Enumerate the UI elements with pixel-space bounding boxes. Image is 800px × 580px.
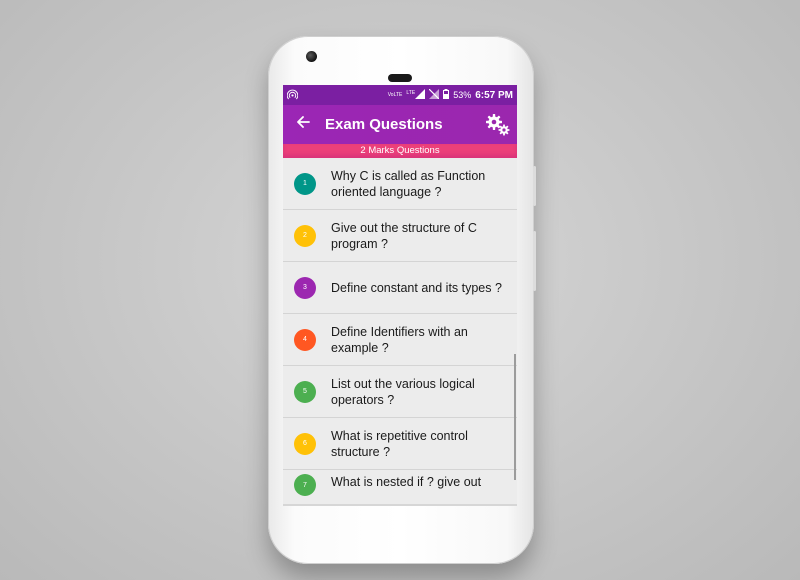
question-list[interactable]: 1 Why C is called as Function oriented l… xyxy=(283,158,517,506)
volte-label: VoLTE xyxy=(387,92,403,98)
signal-icon xyxy=(415,89,426,101)
list-item[interactable]: 7 What is nested if ? give out xyxy=(283,470,517,506)
power-button xyxy=(533,166,536,206)
question-number-badge: 2 xyxy=(294,224,316,247)
list-item[interactable]: 2 Give out the structure of C program ? xyxy=(283,210,517,262)
question-number-badge: 6 xyxy=(294,432,316,455)
arrow-left-icon xyxy=(296,115,310,134)
scrollbar[interactable] xyxy=(514,354,516,480)
page-title: Exam Questions xyxy=(325,116,443,133)
question-number-badge: 1 xyxy=(294,172,316,195)
volume-button xyxy=(533,231,536,291)
earpiece-speaker xyxy=(388,74,412,82)
question-text: Define Identifiers with an example ? xyxy=(331,324,468,355)
question-number-badge: 3 xyxy=(294,276,316,299)
app-screen: VoLTE LTE 53% 6:57 PM Exam Questions 2 M… xyxy=(283,85,517,506)
list-item[interactable]: 5 List out the various logical operators… xyxy=(283,366,517,418)
list-item[interactable]: 1 Why C is called as Function oriented l… xyxy=(283,158,517,210)
question-text: Why C is called as Function oriented lan… xyxy=(331,168,486,199)
list-item[interactable]: 6 What is repetitive control structure ? xyxy=(283,418,517,470)
settings-button[interactable] xyxy=(485,113,511,142)
question-text: What is repetitive control structure ? xyxy=(331,428,468,459)
question-number-badge: 5 xyxy=(294,380,316,403)
question-text: What is nested if ? give out xyxy=(331,475,482,489)
question-number-badge: 7 xyxy=(294,474,316,496)
gears-icon xyxy=(485,114,511,141)
no-signal-icon xyxy=(428,88,440,101)
status-bar: VoLTE LTE 53% 6:57 PM xyxy=(283,85,517,105)
list-item[interactable]: 4 Define Identifiers with an example ? xyxy=(283,314,517,366)
lte-label: LTE xyxy=(406,90,416,96)
back-button[interactable] xyxy=(283,115,323,134)
question-text: Give out the structure of C program ? xyxy=(331,220,477,251)
battery-icon xyxy=(443,89,450,101)
question-number-badge: 4 xyxy=(294,328,316,351)
question-text: List out the various logical operators ? xyxy=(331,376,475,407)
phone-frame: VoLTE LTE 53% 6:57 PM Exam Questions 2 M… xyxy=(268,36,536,564)
app-bar: Exam Questions xyxy=(283,105,517,144)
section-header: 2 Marks Questions xyxy=(283,144,517,158)
clock: 6:57 PM xyxy=(475,89,513,101)
question-text: Define constant and its types ? xyxy=(331,280,502,295)
battery-percent: 53% xyxy=(453,90,472,100)
list-item[interactable]: 3 Define constant and its types ? xyxy=(283,262,517,314)
screen-edge xyxy=(283,504,517,506)
hotspot-icon xyxy=(286,89,299,102)
front-camera xyxy=(306,51,317,62)
